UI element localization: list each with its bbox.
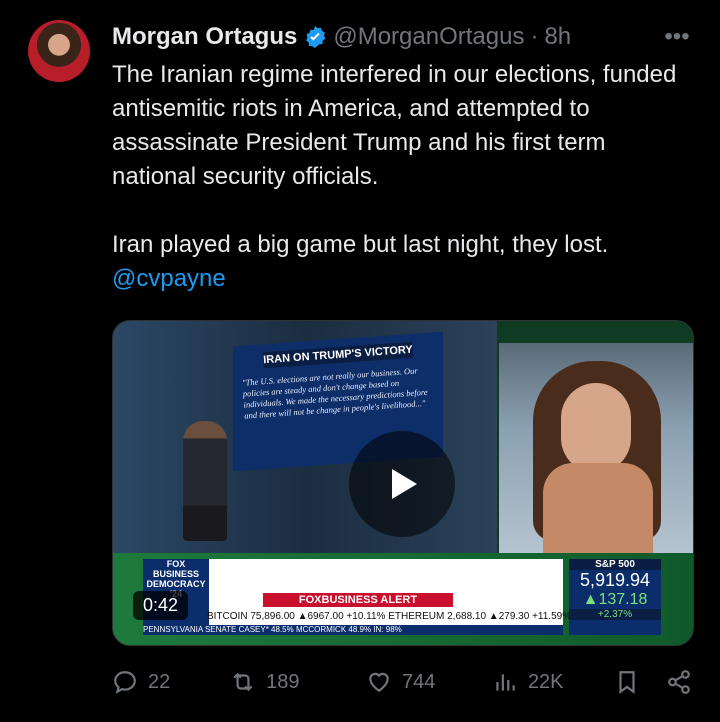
video-alert: FOXBUSINESS ALERT bbox=[263, 593, 453, 607]
video-sp500-box: S&P 500 5,919.94 ▲137.18 +2.37% bbox=[569, 559, 661, 635]
views-count: 22K bbox=[527, 670, 564, 693]
video-ticker-row-1: BITCOIN 75,896.00 ▲6967.00 +10.11% ETHER… bbox=[207, 611, 572, 622]
sp500-percent: +2.37% bbox=[569, 609, 661, 620]
tweet-extra-actions bbox=[614, 669, 692, 695]
tweet-paragraph-2: Iran played a big game but last night, t… bbox=[112, 231, 609, 258]
tweet-text: The Iranian regime interfered in our ele… bbox=[112, 58, 696, 296]
sp500-value: 5,919.94 bbox=[579, 570, 651, 590]
video-anchor-body bbox=[543, 463, 653, 553]
like-count: 744 bbox=[401, 670, 436, 693]
mention-link[interactable]: @cvpayne bbox=[112, 265, 226, 292]
video-presenter bbox=[183, 421, 227, 541]
reply-count: 22 bbox=[148, 670, 171, 693]
tweet-paragraph-1: The Iranian regime interfered in our ele… bbox=[112, 61, 677, 190]
avatar[interactable] bbox=[28, 20, 90, 82]
like-button[interactable]: 744 bbox=[366, 669, 492, 695]
views-button[interactable]: 22K bbox=[492, 669, 614, 695]
tweet-actions: 22 189 744 22K bbox=[112, 664, 692, 700]
verified-badge-icon bbox=[306, 26, 326, 48]
video-duration: 0:42 bbox=[133, 591, 189, 620]
views-icon bbox=[496, 674, 515, 691]
author-handle[interactable]: @MorganOrtagus bbox=[333, 23, 524, 51]
video-ticker-row-2: PENNSYLVANIA SENATE CASEY* 48.5% MCCORMI… bbox=[143, 625, 563, 635]
share-icon[interactable] bbox=[666, 669, 692, 695]
timestamp[interactable]: 8h bbox=[544, 23, 571, 51]
reply-icon bbox=[114, 671, 136, 694]
bookmark-icon[interactable] bbox=[614, 669, 640, 695]
sp500-label: S&P 500 bbox=[569, 559, 661, 570]
reply-button[interactable]: 22 bbox=[112, 669, 230, 695]
like-icon bbox=[369, 672, 389, 692]
separator: · bbox=[530, 23, 539, 50]
retweet-count: 189 bbox=[266, 670, 300, 693]
video-anchor-face bbox=[561, 383, 631, 473]
video-ticker: FOX BUSINESS DEMOCRACY '24 FOXBUSINESS A… bbox=[143, 559, 572, 635]
retweet-icon bbox=[233, 672, 253, 692]
play-button[interactable] bbox=[349, 431, 455, 537]
video-player[interactable]: IRAN ON TRUMP'S VICTORY "The U.S. electi… bbox=[112, 320, 694, 646]
play-icon bbox=[392, 469, 417, 499]
more-icon[interactable]: ••• bbox=[662, 22, 692, 52]
author-name[interactable]: Morgan Ortagus bbox=[112, 23, 297, 51]
sp500-change: ▲137.18 bbox=[582, 591, 648, 608]
retweet-button[interactable]: 189 bbox=[230, 669, 366, 695]
tweet-header: Morgan Ortagus @MorganOrtagus · 8h ••• bbox=[112, 22, 692, 52]
